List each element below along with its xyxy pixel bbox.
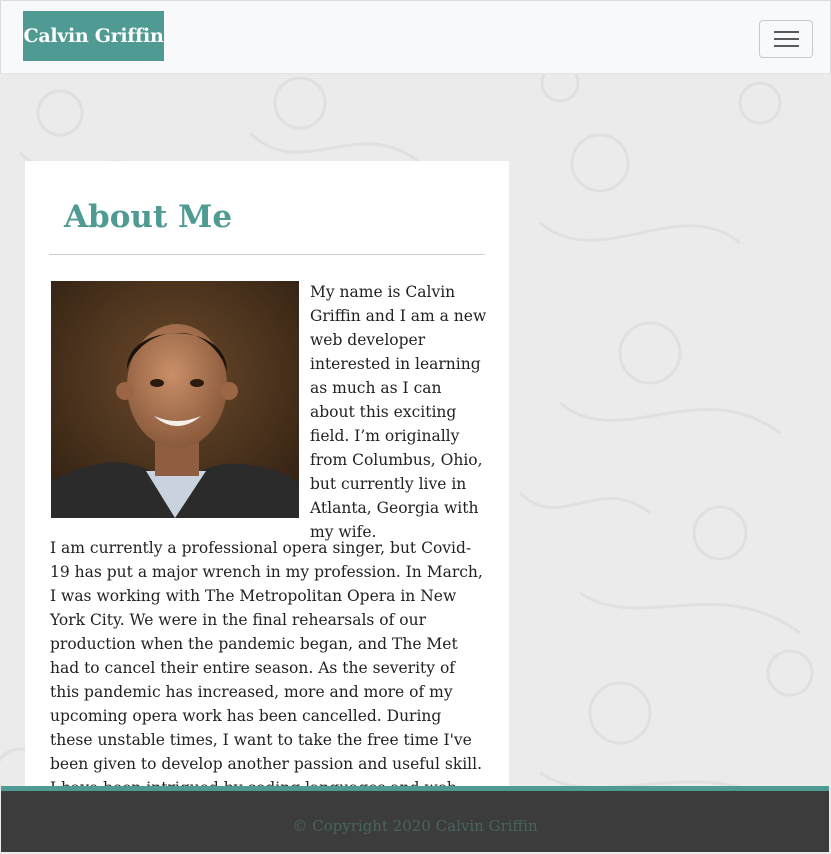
hamburger-line bbox=[774, 45, 799, 47]
about-card: About Me My name is Calvin Griffin and I… bbox=[25, 161, 509, 801]
hamburger-line bbox=[774, 38, 799, 40]
copyright-text: © Copyright 2020 Calvin Griffin bbox=[292, 817, 538, 835]
page-title: About Me bbox=[64, 199, 233, 235]
title-divider bbox=[49, 254, 485, 255]
hamburger-menu-icon bbox=[774, 31, 799, 33]
portrait-image bbox=[51, 281, 299, 518]
page-footer: © Copyright 2020 Calvin Griffin bbox=[1, 786, 829, 852]
bio-paragraph-intro: My name is Calvin Griffin and I am a new… bbox=[310, 283, 487, 541]
bio-paragraph-career: I am currently a professional opera sing… bbox=[50, 539, 483, 797]
profile-photo bbox=[51, 281, 299, 518]
top-navbar: Calvin Griffin bbox=[0, 0, 831, 74]
hamburger-menu-button[interactable] bbox=[759, 20, 813, 58]
brand-logo-link[interactable]: Calvin Griffin bbox=[23, 11, 164, 61]
